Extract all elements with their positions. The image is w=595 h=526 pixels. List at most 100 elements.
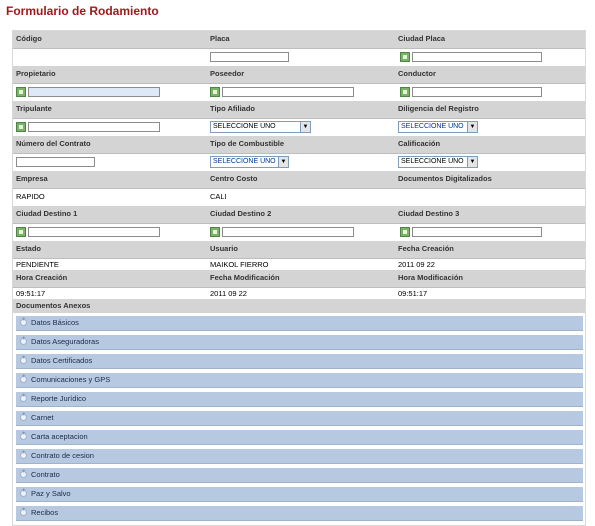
section-label: Datos Básicos: [31, 318, 79, 327]
placa-input[interactable]: [210, 52, 289, 62]
propietario-lookup-icon[interactable]: [16, 87, 26, 97]
diligencia-registro-value: SELECCIONE UNO: [401, 123, 464, 130]
page-title: Formulario de Rodamiento: [6, 4, 159, 18]
label-calificacion: Calificación: [398, 139, 441, 148]
label-fecha-modificacion: Fecha Modificación: [210, 273, 280, 282]
label-empresa: Empresa: [16, 174, 48, 183]
label-hora-creacion: Hora Creación: [16, 273, 68, 282]
header-row-3: Tripulante Tipo Afiliado Diligencia del …: [13, 101, 585, 119]
tipo-combustible-value: SELECCIONE UNO: [213, 158, 276, 165]
section-label: Contrato: [31, 470, 60, 479]
label-tipo-combustible: Tipo de Combustible: [210, 139, 285, 148]
section-carta-aceptacion[interactable]: Carta aceptacion: [16, 430, 583, 445]
ciudad-destino-3-lookup-icon[interactable]: [400, 227, 410, 237]
rodamiento-form: Código Placa Ciudad Placa Propietario Po…: [12, 30, 586, 526]
section-label: Datos Aseguradoras: [31, 337, 99, 346]
ciudad-destino-1-input[interactable]: [28, 227, 160, 237]
label-propietario: Propietario: [16, 69, 56, 78]
expand-icon: [20, 412, 27, 421]
ciudad-destino-3-input[interactable]: [412, 227, 542, 237]
header-row-8: Hora Creación Fecha Modificación Hora Mo…: [13, 270, 585, 288]
tipo-afiliado-value: SELECCIONE UNO: [213, 123, 276, 130]
label-centro-costo: Centro Costo: [210, 174, 258, 183]
expand-icon: [20, 450, 27, 459]
anexos-sections: Datos Básicos Datos Aseguradoras Datos C…: [13, 313, 585, 521]
documentos-anexos-header: Documentos Anexos: [13, 299, 585, 313]
chevron-down-icon: ▼: [467, 157, 477, 167]
expand-icon: [20, 488, 27, 497]
hora-creacion-value: 09:51:17: [16, 289, 46, 298]
value-row-3: SELECCIONE UNO ▼ SELECCIONE UNO ▼: [13, 119, 585, 136]
section-label: Reporte Jurídico: [31, 394, 87, 403]
ciudad-destino-2-input[interactable]: [222, 227, 354, 237]
section-datos-basicos[interactable]: Datos Básicos: [16, 316, 583, 331]
section-label: Comunicaciones y GPS: [31, 375, 111, 384]
label-tipo-afiliado: Tipo Afiliado: [210, 104, 255, 113]
section-label: Datos Certificados: [31, 356, 93, 365]
section-recibos[interactable]: Recibos: [16, 506, 583, 521]
label-diligencia-registro: Diligencia del Registro: [398, 104, 479, 113]
label-numero-contrato: Número del Contrato: [16, 139, 91, 148]
section-label: Carta aceptacion: [31, 432, 88, 441]
label-documentos-digitalizados: Documentos Digitalizados: [398, 174, 492, 183]
header-row-2: Propietario Poseedor Conductor: [13, 66, 585, 84]
diligencia-registro-select[interactable]: SELECCIONE UNO ▼: [398, 121, 478, 133]
conductor-lookup-icon[interactable]: [400, 87, 410, 97]
header-row-5: Empresa Centro Costo Documentos Digitali…: [13, 171, 585, 189]
ciudad-placa-input[interactable]: [412, 52, 542, 62]
ciudad-placa-lookup-icon[interactable]: [400, 52, 410, 62]
expand-icon: [20, 374, 27, 383]
section-datos-certificados[interactable]: Datos Certificados: [16, 354, 583, 369]
tripulante-lookup-icon[interactable]: [16, 122, 26, 132]
empresa-value: RAPIDO: [16, 192, 45, 201]
tripulante-input[interactable]: [28, 122, 160, 132]
value-row-7: PENDIENTE MAIKOL FIERRO 2011 09 22: [13, 259, 585, 270]
section-label: Paz y Salvo: [31, 489, 71, 498]
label-documentos-anexos: Documentos Anexos: [16, 301, 91, 310]
label-fecha-creacion: Fecha Creación: [398, 244, 454, 253]
section-carnet[interactable]: Carnet: [16, 411, 583, 426]
section-contrato[interactable]: Contrato: [16, 468, 583, 483]
chevron-down-icon: ▼: [467, 122, 477, 132]
section-contrato-cesion[interactable]: Contrato de cesion: [16, 449, 583, 464]
label-tripulante: Tripulante: [16, 104, 52, 113]
expand-icon: [20, 355, 27, 364]
section-label: Carnet: [31, 413, 54, 422]
propietario-input[interactable]: [28, 87, 160, 97]
value-row-6: [13, 224, 585, 241]
header-row-4: Número del Contrato Tipo de Combustible …: [13, 136, 585, 154]
header-row-1: Código Placa Ciudad Placa: [13, 31, 585, 49]
section-comunicaciones-gps[interactable]: Comunicaciones y GPS: [16, 373, 583, 388]
chevron-down-icon: ▼: [300, 122, 310, 132]
label-codigo: Código: [16, 34, 42, 43]
expand-icon: [20, 507, 27, 516]
section-paz-salvo[interactable]: Paz y Salvo: [16, 487, 583, 502]
estado-value: PENDIENTE: [16, 260, 59, 269]
expand-icon: [20, 393, 27, 402]
section-datos-aseguradoras[interactable]: Datos Aseguradoras: [16, 335, 583, 350]
conductor-input[interactable]: [412, 87, 542, 97]
numero-contrato-input[interactable]: [16, 157, 95, 167]
label-ciudad-placa: Ciudad Placa: [398, 34, 446, 43]
label-usuario: Usuario: [210, 244, 238, 253]
value-row-5: RAPIDO CALI: [13, 189, 585, 206]
label-ciudad-destino-3: Ciudad Destino 3: [398, 209, 460, 218]
usuario-value: MAIKOL FIERRO: [210, 260, 269, 269]
calificacion-select[interactable]: SELECCIONE UNO ▼: [398, 156, 478, 168]
value-row-1: [13, 49, 585, 66]
expand-icon: [20, 469, 27, 478]
section-reporte-juridico[interactable]: Reporte Jurídico: [16, 392, 583, 407]
label-hora-modificacion: Hora Modificación: [398, 273, 464, 282]
tipo-afiliado-select[interactable]: SELECCIONE UNO ▼: [210, 121, 311, 133]
expand-icon: [20, 336, 27, 345]
chevron-down-icon: ▼: [278, 157, 288, 167]
tipo-combustible-select[interactable]: SELECCIONE UNO ▼: [210, 156, 289, 168]
centro-costo-value: CALI: [210, 192, 227, 201]
section-label: Recibos: [31, 508, 59, 517]
label-ciudad-destino-2: Ciudad Destino 2: [210, 209, 272, 218]
expand-icon: [20, 431, 27, 440]
ciudad-destino-1-lookup-icon[interactable]: [16, 227, 26, 237]
ciudad-destino-2-lookup-icon[interactable]: [210, 227, 220, 237]
poseedor-lookup-icon[interactable]: [210, 87, 220, 97]
poseedor-input[interactable]: [222, 87, 354, 97]
